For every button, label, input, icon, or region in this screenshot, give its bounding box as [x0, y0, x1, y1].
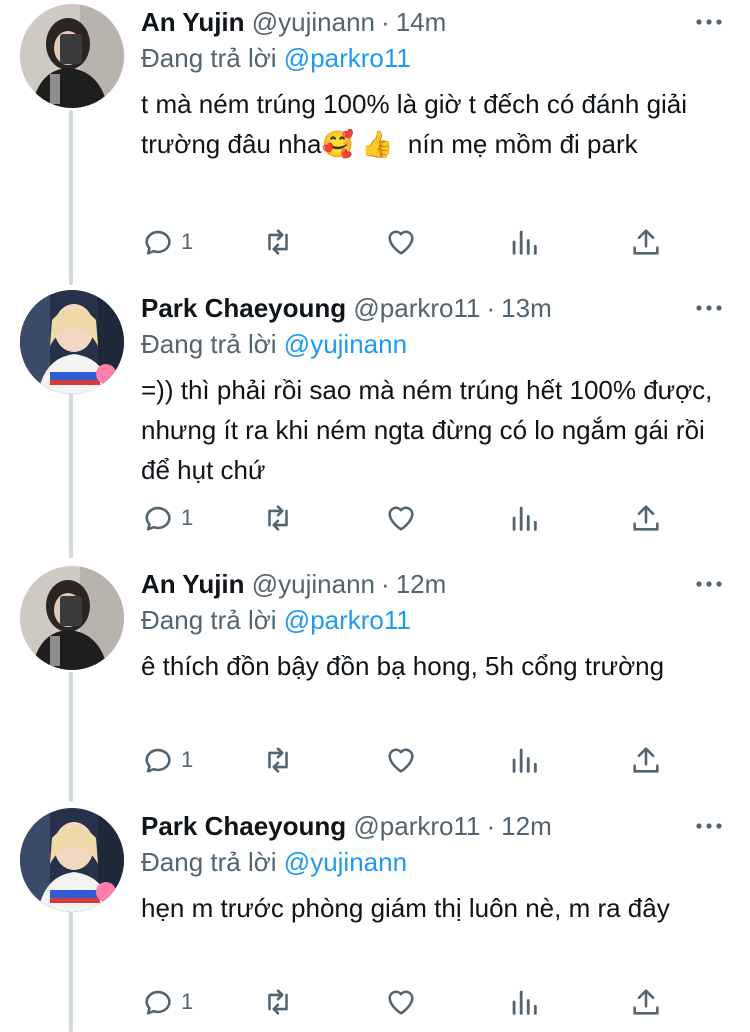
like-icon [388, 748, 414, 773]
more-icon[interactable] [694, 10, 724, 34]
like-icon [388, 230, 414, 255]
user-handle[interactable]: @yujinann [252, 7, 375, 37]
display-name[interactable]: An Yujin [141, 7, 245, 37]
reply-count: 1 [181, 989, 194, 1014]
display-name[interactable]: Park Chaeyoung [141, 811, 346, 841]
like-button[interactable] [384, 222, 418, 262]
share-button[interactable] [629, 498, 663, 538]
replying-to: Đang trả lời @yujinann [141, 326, 407, 362]
like-button[interactable] [384, 498, 418, 538]
reply-count: 1 [181, 505, 194, 530]
views-icon [512, 990, 537, 1015]
action-bar: 1 [141, 740, 681, 780]
reply-prefix: Đang trả lời [141, 847, 277, 877]
reply-button[interactable]: 1 [141, 740, 193, 780]
more-icon[interactable] [694, 814, 724, 838]
separator-dot: · [381, 569, 390, 599]
reply-to-handle[interactable]: @parkro11 [284, 43, 411, 73]
timestamp[interactable]: 14m [396, 7, 447, 37]
tweet-text: ê thích đồn bậy đồn bạ hong, 5h cổng trư… [141, 651, 665, 681]
share-button[interactable] [629, 740, 663, 780]
user-handle[interactable]: @parkro11 [353, 811, 480, 841]
more-icon[interactable] [694, 572, 724, 596]
replying-to: Đang trả lời @yujinann [141, 844, 407, 880]
reply-to-handle[interactable]: @parkro11 [284, 605, 411, 635]
replying-to: Đang trả lời @parkro11 [141, 602, 411, 638]
tweet[interactable]: Park Chaeyoung @parkro11 · 13m Đang trả lờ… [0, 290, 750, 550]
tweet[interactable]: An Yujin @yujinann · 12m Đang trả lời @par… [0, 566, 750, 792]
reply-icon [145, 748, 171, 773]
reply-icon [145, 230, 171, 255]
views-button[interactable] [507, 982, 541, 1022]
retweet-icon [268, 747, 288, 773]
display-name[interactable]: Park Chaeyoung [141, 293, 346, 323]
reply-count: 1 [181, 747, 194, 772]
separator-dot: · [486, 293, 496, 323]
views-button[interactable] [507, 222, 541, 262]
timestamp[interactable]: 12m [396, 569, 447, 599]
separator-dot: · [486, 811, 496, 841]
avatar[interactable] [20, 4, 124, 108]
timestamp[interactable]: 12m [501, 811, 552, 841]
tweet[interactable]: An Yujin @yujinann · 14m Đang trả lời @par… [0, 4, 750, 274]
action-bar: 1 [141, 222, 681, 262]
reply-icon [145, 506, 171, 531]
share-icon [633, 505, 659, 531]
reply-to-handle[interactable]: @yujinann [284, 329, 407, 359]
retweet-button[interactable] [261, 222, 295, 262]
share-button[interactable] [629, 982, 663, 1022]
display-name[interactable]: An Yujin [141, 569, 245, 599]
reply-button[interactable]: 1 [141, 982, 193, 1022]
views-button[interactable] [507, 740, 541, 780]
reply-button[interactable]: 1 [141, 222, 193, 262]
views-icon [512, 506, 537, 531]
reply-icon [145, 990, 171, 1015]
action-bar: 1 [141, 982, 681, 1022]
retweet-button[interactable] [261, 740, 295, 780]
views-button[interactable] [507, 498, 541, 538]
retweet-icon [268, 505, 288, 531]
tweet[interactable]: Park Chaeyoung @parkro11 · 12m Đang trả lờ… [0, 808, 750, 1032]
tweet-header: Park Chaeyoung @parkro11 · 12m [141, 808, 701, 844]
share-icon [633, 989, 659, 1015]
avatar[interactable] [20, 566, 124, 670]
tweet-header: Park Chaeyoung @parkro11 · 13m [141, 290, 701, 326]
like-icon [388, 506, 414, 531]
tweet-text: t mà ném trúng 100% là giờ t đếch có đán… [141, 89, 695, 159]
reply-prefix: Đang trả lời [141, 43, 277, 73]
like-button[interactable] [384, 740, 418, 780]
views-icon [512, 748, 537, 773]
share-icon [633, 229, 659, 255]
reply-to-handle[interactable]: @yujinann [284, 847, 407, 877]
like-icon [388, 990, 414, 1015]
like-button[interactable] [384, 982, 418, 1022]
user-handle[interactable]: @yujinann [252, 569, 375, 599]
action-bar: 1 [141, 498, 681, 538]
retweet-button[interactable] [261, 982, 295, 1022]
share-button[interactable] [629, 222, 663, 262]
avatar[interactable] [20, 290, 124, 394]
tweet-text: =)) thì phải rồi sao mà ném trúng hết 10… [141, 375, 720, 485]
retweet-button[interactable] [261, 498, 295, 538]
views-icon [512, 230, 537, 255]
avatar[interactable] [20, 808, 124, 912]
tweet-text: hẹn m trước phòng giám thị luôn nè, m ra… [141, 893, 670, 923]
tweet-header: An Yujin @yujinann · 12m [141, 566, 701, 602]
retweet-icon [268, 989, 288, 1015]
user-handle[interactable]: @parkro11 [353, 293, 480, 323]
replying-to: Đang trả lời @parkro11 [141, 40, 411, 76]
timestamp[interactable]: 13m [501, 293, 552, 323]
reply-button[interactable]: 1 [141, 498, 193, 538]
separator-dot: · [381, 7, 390, 37]
reply-count: 1 [181, 229, 194, 254]
tweet-header: An Yujin @yujinann · 14m [141, 4, 701, 40]
reply-prefix: Đang trả lời [141, 605, 277, 635]
retweet-icon [268, 229, 288, 255]
more-icon[interactable] [694, 296, 724, 320]
reply-prefix: Đang trả lời [141, 329, 277, 359]
share-icon [633, 747, 659, 773]
